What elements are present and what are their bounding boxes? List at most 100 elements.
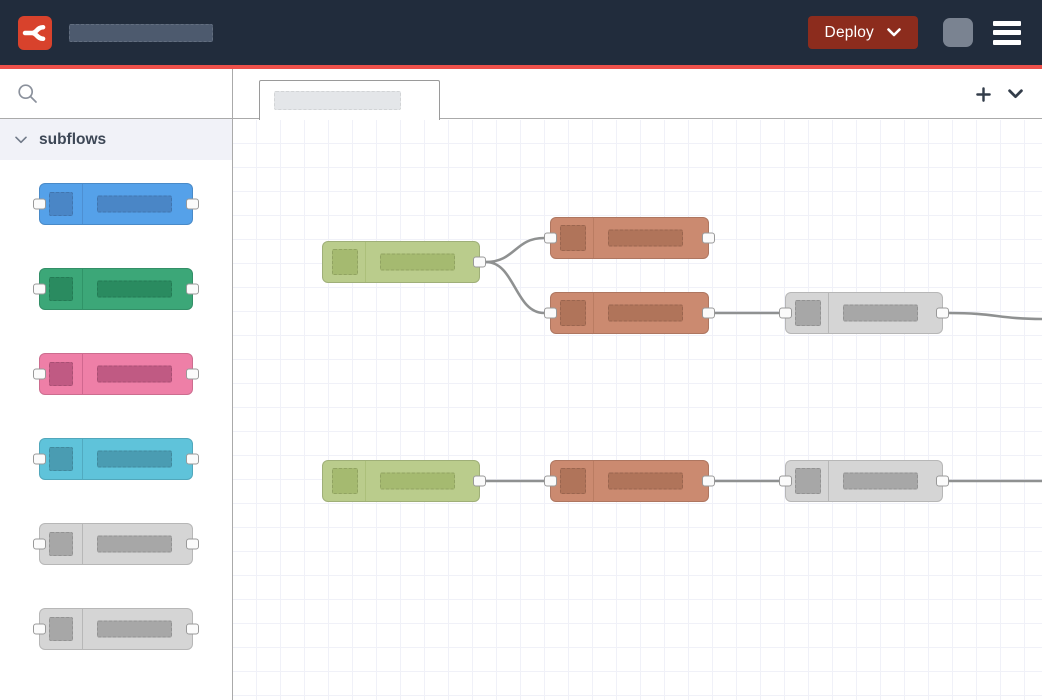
palette-search[interactable]: [0, 69, 232, 119]
node-label-placeholder: [380, 254, 455, 271]
palette-node-list: [0, 160, 232, 650]
node-icon: [332, 249, 358, 275]
node-icon: [49, 192, 73, 216]
palette-node-cyan[interactable]: [39, 438, 193, 480]
deploy-label: Deploy: [825, 24, 874, 42]
input-port[interactable]: [33, 199, 46, 210]
tabbar-actions: [976, 69, 1042, 119]
header: Deploy: [0, 0, 1042, 65]
output-port[interactable]: [186, 369, 199, 380]
input-port[interactable]: [544, 308, 557, 319]
header-title-placeholder: [69, 24, 213, 42]
subflows-section-label: subflows: [39, 131, 106, 149]
node-label-placeholder: [97, 196, 172, 213]
node-icon-divider: [82, 524, 83, 564]
wire[interactable]: [486, 238, 544, 262]
output-port[interactable]: [186, 284, 199, 295]
node-label-placeholder: [97, 281, 172, 298]
input-port[interactable]: [33, 454, 46, 465]
output-port[interactable]: [186, 199, 199, 210]
flow-node-salmon-3[interactable]: [550, 460, 709, 502]
input-port[interactable]: [544, 233, 557, 244]
output-port[interactable]: [702, 476, 715, 487]
node-icon-divider: [828, 293, 829, 333]
node-icon: [560, 225, 586, 251]
node-label-placeholder: [97, 366, 172, 383]
search-icon: [17, 83, 38, 104]
node-icon: [49, 447, 73, 471]
wire[interactable]: [949, 313, 1042, 319]
output-port[interactable]: [702, 308, 715, 319]
workspace: [233, 69, 1042, 700]
node-icon: [795, 300, 821, 326]
flow-list-button[interactable]: [1008, 89, 1023, 99]
node-icon: [332, 468, 358, 494]
node-label-placeholder: [97, 536, 172, 553]
node-icon: [49, 532, 73, 556]
tab-label-placeholder: [274, 91, 401, 110]
node-icon: [49, 617, 73, 641]
node-icon-divider: [828, 461, 829, 501]
node-icon-divider: [82, 269, 83, 309]
node-icon: [49, 362, 73, 386]
chevron-down-icon[interactable]: [887, 28, 901, 37]
output-port[interactable]: [936, 476, 949, 487]
palette-node-blue[interactable]: [39, 183, 193, 225]
node-icon-divider: [82, 354, 83, 394]
node-icon-divider: [365, 461, 366, 501]
node-icon-divider: [82, 184, 83, 224]
wire[interactable]: [486, 262, 544, 313]
palette-node-pink[interactable]: [39, 353, 193, 395]
workspace-tab[interactable]: [259, 80, 440, 120]
node-icon: [560, 300, 586, 326]
flow-node-gray-2[interactable]: [785, 460, 943, 502]
node-icon-divider: [82, 609, 83, 649]
output-port[interactable]: [702, 233, 715, 244]
wires-layer: [233, 120, 1042, 700]
node-label-placeholder: [843, 473, 918, 490]
input-port[interactable]: [33, 284, 46, 295]
node-icon: [560, 468, 586, 494]
palette-node-gray-2[interactable]: [39, 608, 193, 650]
output-port[interactable]: [473, 476, 486, 487]
node-icon-divider: [593, 461, 594, 501]
node-label-placeholder: [608, 230, 683, 247]
node-label-placeholder: [380, 473, 455, 490]
input-port[interactable]: [544, 476, 557, 487]
flow-node-salmon-1[interactable]: [550, 217, 709, 259]
palette-node-gray-1[interactable]: [39, 523, 193, 565]
node-icon: [49, 277, 73, 301]
output-port[interactable]: [186, 624, 199, 635]
node-label-placeholder: [97, 621, 172, 638]
input-port[interactable]: [33, 539, 46, 550]
palette-sidebar: subflows: [0, 69, 233, 700]
hamburger-menu-icon[interactable]: [993, 21, 1021, 45]
output-port[interactable]: [186, 539, 199, 550]
flow-node-olive-2[interactable]: [322, 460, 480, 502]
node-label-placeholder: [843, 305, 918, 322]
add-flow-button[interactable]: [976, 87, 991, 102]
output-port[interactable]: [473, 257, 486, 268]
node-red-logo: [18, 16, 52, 50]
user-avatar[interactable]: [943, 18, 973, 47]
flow-node-olive-1[interactable]: [322, 241, 480, 283]
deploy-button[interactable]: Deploy: [808, 16, 918, 49]
workspace-tabbar: [233, 69, 1042, 119]
subflows-section-header[interactable]: subflows: [0, 119, 232, 160]
input-port[interactable]: [33, 369, 46, 380]
output-port[interactable]: [936, 308, 949, 319]
palette-node-green[interactable]: [39, 268, 193, 310]
flow-canvas[interactable]: [233, 120, 1042, 700]
flow-node-gray-1[interactable]: [785, 292, 943, 334]
node-label-placeholder: [608, 305, 683, 322]
node-icon: [795, 468, 821, 494]
node-icon-divider: [593, 293, 594, 333]
output-port[interactable]: [186, 454, 199, 465]
input-port[interactable]: [33, 624, 46, 635]
input-port[interactable]: [779, 476, 792, 487]
node-red-merge-icon: [22, 20, 48, 46]
input-port[interactable]: [779, 308, 792, 319]
flow-node-salmon-2[interactable]: [550, 292, 709, 334]
node-icon-divider: [593, 218, 594, 258]
node-icon-divider: [82, 439, 83, 479]
